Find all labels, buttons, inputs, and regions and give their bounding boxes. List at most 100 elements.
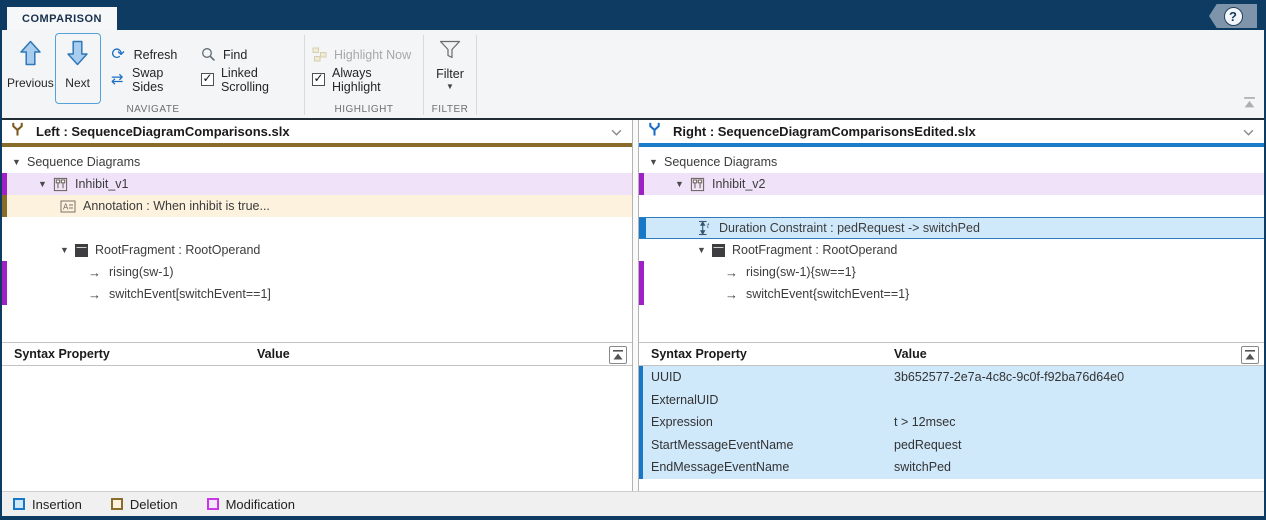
modification-marker bbox=[2, 173, 7, 195]
expand-arrow-icon[interactable]: ▼ bbox=[60, 245, 75, 255]
left-panel-header: Left : SequenceDiagramComparisons.slx bbox=[2, 120, 632, 147]
message-arrow-icon bbox=[725, 287, 738, 302]
right-panel-header: Right : SequenceDiagramComparisonsEdited… bbox=[639, 120, 1264, 147]
always-highlight-toggle[interactable]: Always Highlight bbox=[312, 67, 419, 92]
linked-scrolling-toggle[interactable]: Linked Scrolling bbox=[201, 67, 300, 92]
tree-item-rootfragment[interactable]: ▼ RootFragment : RootOperand bbox=[2, 239, 632, 261]
expand-arrow-icon[interactable]: ▼ bbox=[697, 245, 712, 255]
right-file-title: Right : SequenceDiagramComparisonsEdited… bbox=[673, 124, 976, 139]
tree-item-switchevent[interactable]: switchEvent[switchEvent==1] bbox=[2, 283, 632, 305]
tree-item-inhibit-v2[interactable]: ▼ Inhibit_v2 bbox=[639, 173, 1264, 195]
tree-item-sequence-diagrams[interactable]: ▼ Sequence Diagrams bbox=[639, 151, 1264, 173]
tab-bar: COMPARISON ? bbox=[2, 2, 1264, 30]
refresh-button[interactable]: ⟳ Refresh bbox=[110, 42, 192, 67]
left-table-body bbox=[2, 366, 632, 491]
value-column-header: Value bbox=[894, 347, 927, 361]
collapse-table-button[interactable] bbox=[609, 346, 627, 364]
tree-item-rising[interactable]: rising(sw-1){sw==1} bbox=[639, 261, 1264, 283]
table-row[interactable]: EndMessageEventName switchPed bbox=[639, 456, 1264, 479]
value-column-header: Value bbox=[257, 347, 290, 361]
tree-item-annotation[interactable]: A Annotation : When inhibit is true... bbox=[2, 195, 632, 217]
expand-arrow-icon[interactable]: ▼ bbox=[649, 157, 664, 167]
expand-arrow-icon[interactable]: ▼ bbox=[38, 179, 53, 189]
tree-item-duration-constraint[interactable]: t Duration Constraint : pedRequest -> sw… bbox=[639, 217, 1264, 239]
tree-item-inhibit-v1[interactable]: ▼ Inhibit_v1 bbox=[2, 173, 632, 195]
table-row[interactable]: StartMessageEventName pedRequest bbox=[639, 434, 1264, 457]
main-area: Left : SequenceDiagramComparisons.slx ▼ … bbox=[2, 120, 1264, 491]
arrow-down-icon bbox=[65, 40, 90, 71]
deletion-swatch-icon bbox=[111, 498, 123, 510]
modification-swatch-icon bbox=[207, 498, 219, 510]
modification-marker bbox=[639, 261, 644, 283]
navigate-group-label: NAVIGATE bbox=[2, 104, 304, 118]
highlight-group-label: HIGHLIGHT bbox=[305, 104, 423, 118]
chevron-down-icon[interactable] bbox=[1243, 123, 1254, 141]
help-button[interactable]: ? bbox=[1209, 4, 1257, 28]
next-button[interactable]: Next bbox=[55, 33, 101, 104]
ribbon-group-filter: Filter ▼ FILTER bbox=[424, 30, 476, 118]
message-arrow-icon bbox=[88, 265, 101, 280]
table-row[interactable]: UUID 3b652577-2e7a-4c8c-9c0f-f92ba76d64e… bbox=[639, 366, 1264, 389]
filter-button[interactable]: Filter ▼ bbox=[428, 33, 472, 104]
legend-modification: Modification bbox=[207, 497, 295, 512]
next-label: Next bbox=[65, 76, 90, 90]
previous-label: Previous bbox=[7, 76, 54, 90]
tree-spacer-row bbox=[639, 195, 1264, 217]
annotation-icon: A bbox=[60, 200, 76, 213]
insertion-swatch-icon bbox=[13, 498, 25, 510]
legend-bar: Insertion Deletion Modification bbox=[2, 491, 1264, 516]
refresh-icon: ⟳ bbox=[110, 47, 127, 63]
property-column-header: Syntax Property bbox=[14, 347, 257, 361]
ribbon-separator bbox=[476, 35, 477, 115]
message-arrow-icon bbox=[725, 265, 738, 280]
tree-item-rootfragment[interactable]: ▼ RootFragment : RootOperand bbox=[639, 239, 1264, 261]
always-highlight-checkbox[interactable] bbox=[312, 73, 325, 86]
collapse-ribbon-button[interactable] bbox=[1243, 96, 1256, 114]
chevron-down-icon[interactable] bbox=[611, 123, 622, 141]
tree-item-rising[interactable]: rising(sw-1) bbox=[2, 261, 632, 283]
sequence-diagram-icon bbox=[53, 177, 68, 192]
merge-fork-icon bbox=[10, 121, 25, 142]
right-table-body: UUID 3b652577-2e7a-4c8c-9c0f-f92ba76d64e… bbox=[639, 366, 1264, 491]
duration-constraint-icon: t bbox=[697, 220, 712, 236]
help-icon: ? bbox=[1224, 7, 1243, 26]
ribbon-group-navigate: Previous Next ⟳ Refresh ⇄ Swap Sides bbox=[2, 30, 304, 118]
svg-text:A: A bbox=[63, 202, 69, 211]
legend-insertion: Insertion bbox=[13, 497, 82, 512]
left-tree: ▼ Sequence Diagrams ▼ Inhibit_v1 A bbox=[2, 147, 632, 342]
tree-item-switchevent[interactable]: switchEvent{switchEvent==1} bbox=[639, 283, 1264, 305]
linked-scrolling-checkbox[interactable] bbox=[201, 73, 214, 86]
collapse-table-button[interactable] bbox=[1241, 346, 1259, 364]
search-icon bbox=[201, 47, 216, 62]
table-row[interactable]: ExternalUID bbox=[639, 389, 1264, 412]
filter-funnel-icon bbox=[439, 40, 461, 64]
filter-dropdown-arrow-icon: ▼ bbox=[446, 82, 454, 91]
table-row[interactable]: Expression t > 12msec bbox=[639, 411, 1264, 434]
right-tree: ▼ Sequence Diagrams ▼ Inhibit_v2 t bbox=[639, 147, 1264, 342]
property-column-header: Syntax Property bbox=[651, 347, 894, 361]
svg-text:t: t bbox=[707, 223, 710, 230]
previous-button[interactable]: Previous bbox=[6, 33, 55, 104]
highlight-now-button[interactable]: Highlight Now bbox=[312, 42, 419, 67]
comparison-tool-window: COMPARISON ? Previous Next bbox=[0, 0, 1266, 520]
insertion-marker bbox=[639, 434, 643, 457]
panel-divider[interactable] bbox=[632, 120, 639, 491]
swap-sides-icon: ⇄ bbox=[110, 72, 125, 87]
merge-fork-icon bbox=[647, 121, 662, 142]
insertion-marker bbox=[639, 411, 643, 434]
expand-arrow-icon[interactable]: ▼ bbox=[12, 157, 27, 167]
find-button[interactable]: Find bbox=[201, 42, 300, 67]
expand-arrow-icon[interactable]: ▼ bbox=[675, 179, 690, 189]
right-table-header: Syntax Property Value bbox=[639, 342, 1264, 366]
insertion-marker bbox=[639, 389, 643, 412]
filter-group-label: FILTER bbox=[424, 104, 476, 118]
tab-comparison[interactable]: COMPARISON bbox=[7, 7, 117, 30]
swap-sides-button[interactable]: ⇄ Swap Sides bbox=[110, 67, 192, 92]
modification-marker bbox=[2, 283, 7, 305]
ribbon: Previous Next ⟳ Refresh ⇄ Swap Sides bbox=[2, 30, 1264, 120]
tree-item-sequence-diagrams[interactable]: ▼ Sequence Diagrams bbox=[2, 151, 632, 173]
fragment-icon bbox=[712, 244, 725, 257]
insertion-marker bbox=[639, 218, 646, 238]
modification-marker bbox=[639, 173, 644, 195]
modification-marker bbox=[2, 261, 7, 283]
